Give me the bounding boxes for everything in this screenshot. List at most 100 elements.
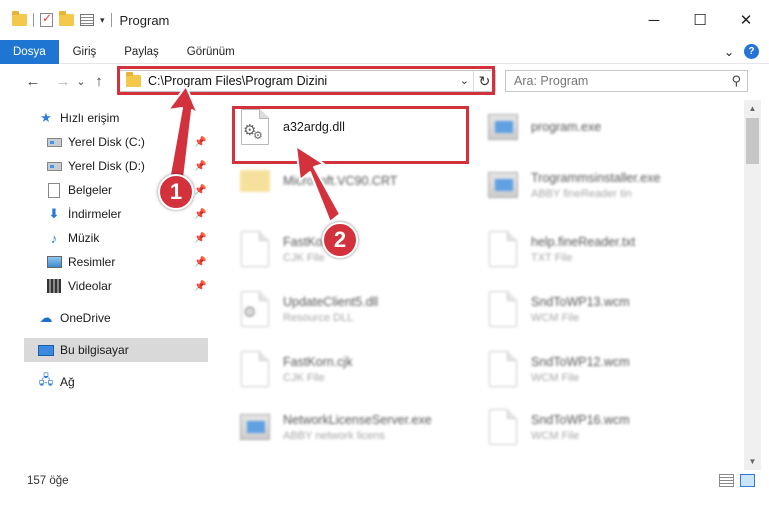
address-path[interactable]: C:\Program Files\Program Dizini: [148, 74, 327, 88]
tab-dosya[interactable]: Dosya: [0, 39, 59, 64]
file-item-networklicenseserver-exe[interactable]: NetworkLicenseServer.exe ABBY network lic…: [237, 404, 482, 450]
close-button[interactable]: ✕: [723, 0, 769, 40]
file-item-fastkorn-cjk[interactable]: FastKorn.cjk CJK File: [237, 226, 482, 272]
file-name: SndToWP16.wcm: [531, 412, 630, 427]
folder-icon: [12, 11, 27, 26]
file-item-sndtowp12-wcm[interactable]: SndToWP12.wcm WCM File: [485, 346, 730, 392]
toolbar-separator: [110, 13, 112, 27]
file-item-help-finereader-txt[interactable]: help.fineReader.txt TXT File: [485, 226, 730, 272]
sidebar-item-network[interactable]: 🖧 Ağ: [38, 370, 208, 394]
back-button[interactable]: ←: [22, 73, 44, 90]
tab-gorunum[interactable]: Görünüm: [173, 40, 249, 64]
details-view-icon[interactable]: [719, 474, 734, 487]
sidebar-item-pictures[interactable]: Resimler 📌: [46, 250, 208, 274]
cloud-icon: ☁: [39, 310, 53, 325]
file-type: Resource DLL: [283, 311, 354, 324]
recent-locations-button[interactable]: ⌄: [74, 75, 88, 88]
address-bar[interactable]: C:\Program Files\Program Dizini ⌄ ↻: [118, 70, 496, 92]
navigation-pane: ★ Hızlı erişim Yerel Disk (C:) 📌 Yerel D…: [0, 100, 210, 470]
sidebar-item-quick-access[interactable]: ★ Hızlı erişim: [38, 106, 208, 130]
pin-icon: 📌: [194, 208, 207, 220]
pictures-icon: [46, 254, 62, 270]
sidebar-item-onedrive[interactable]: ☁ OneDrive: [38, 306, 208, 330]
folder-icon: [237, 161, 273, 201]
file-icon: [237, 229, 273, 269]
file-type: WCM File: [531, 371, 580, 384]
file-item-microsoft-vc90-crt[interactable]: Microsoft.VC90.CRT: [237, 158, 482, 204]
file-name: Trogrammsinstaller.exe: [531, 170, 661, 185]
file-list: ⚙ ⚙ a32ardg.dll Microsoft.VC90.CRT FastKo…: [215, 100, 743, 470]
sidebar-item-local-disk-d[interactable]: Yerel Disk (D:) 📌: [46, 154, 208, 178]
tab-giris[interactable]: Giriş: [59, 40, 111, 64]
window-controls: ─ ☐ ✕: [631, 0, 769, 40]
minimize-button[interactable]: ─: [631, 0, 677, 40]
scroll-down-icon[interactable]: ▼: [744, 453, 761, 470]
file-name: UpdateClient5.dll: [283, 294, 379, 309]
file-type: TXT File: [531, 251, 573, 264]
search-input[interactable]: Ara: Program: [514, 74, 588, 88]
sidebar-item-local-disk-c[interactable]: Yerel Disk (C:) 📌: [46, 130, 208, 154]
network-icon: 🖧: [38, 372, 54, 387]
forward-button[interactable]: →: [52, 73, 74, 90]
search-box[interactable]: Ara: Program ⚲: [505, 70, 748, 92]
ribbon-tabs: Dosya Giriş Paylaş Görünüm ⌄ ?: [0, 39, 769, 64]
scroll-thumb[interactable]: [746, 118, 759, 164]
toolbar-separator: [33, 13, 34, 27]
file-item-fastkorn-cjk-2[interactable]: FastKorn.cjk CJK File: [237, 346, 482, 392]
item-count: 157 öğe: [27, 475, 69, 487]
file-item-sndtowp16-wcm[interactable]: SndToWP16.wcm WCM File: [485, 404, 730, 450]
customize-toolbar-arrow-icon[interactable]: ▾: [100, 15, 105, 26]
new-folder-icon[interactable]: [59, 11, 74, 26]
sidebar-item-label: Videolar: [68, 279, 112, 293]
file-name: FastKorn.cjk: [283, 354, 353, 369]
file-name: Microsoft.VC90.CRT: [283, 174, 398, 188]
file-name: a32ardg.dll: [283, 120, 345, 134]
address-dropdown-icon[interactable]: ⌄: [460, 74, 469, 87]
expand-ribbon-icon[interactable]: ⌄: [724, 45, 734, 59]
exe-file-icon: [485, 165, 521, 205]
callout-1: 1: [158, 174, 194, 210]
pin-icon: 📌: [194, 136, 207, 148]
refresh-button[interactable]: ↻: [473, 71, 495, 91]
file-type: ABBY network licens: [283, 429, 385, 442]
file-item-updateclient5-dll[interactable]: ⚙ UpdateClient5.dll Resource DLL: [237, 286, 482, 332]
file-name: SndToWP13.wcm: [531, 294, 630, 309]
search-icon[interactable]: ⚲: [731, 73, 741, 89]
file-icon: [237, 349, 273, 389]
vertical-scrollbar[interactable]: ▲ ▼: [744, 100, 761, 470]
sidebar-item-music[interactable]: ♪ Müzik 📌: [46, 226, 208, 250]
scroll-up-icon[interactable]: ▲: [744, 100, 761, 117]
view-options-icon[interactable]: [80, 14, 94, 26]
file-name: help.fineReader.txt: [531, 234, 636, 249]
drive-icon: [46, 134, 62, 150]
sidebar-item-this-pc[interactable]: Bu bilgisayar: [24, 338, 208, 362]
pin-icon: 📌: [194, 184, 207, 196]
status-bar: 157 öğe: [0, 470, 769, 492]
properties-check-icon[interactable]: [40, 11, 53, 27]
file-item-a32ardg-dll[interactable]: ⚙ ⚙ a32ardg.dll: [237, 104, 482, 150]
file-item-sndtowp13-wcm[interactable]: SndToWP13.wcm WCM File: [485, 286, 730, 332]
sidebar-item-label: İndirmeler: [68, 207, 122, 221]
dll-file-icon: ⚙ ⚙: [237, 107, 273, 147]
pin-icon: 📌: [194, 232, 207, 244]
music-icon: ♪: [50, 230, 58, 246]
computer-icon: [38, 342, 54, 358]
tab-paylas[interactable]: Paylaş: [110, 40, 173, 64]
sidebar-item-label: Hızlı erişim: [60, 111, 120, 125]
navigation-bar: ← → ⌄ ↑ C:\Program Files\Program Dizini …: [0, 66, 769, 96]
help-icon[interactable]: ?: [744, 44, 759, 59]
file-item-program-exe[interactable]: program.exe: [485, 104, 730, 150]
quick-access-toolbar: ▾: [0, 11, 112, 27]
up-button[interactable]: ↑: [88, 73, 110, 90]
star-icon: ★: [40, 110, 52, 125]
sidebar-item-videos[interactable]: Videolar 📌: [46, 274, 208, 298]
file-item-trogrammsinstaller-exe[interactable]: Trogrammsinstaller.exe ABBY fineReader ti…: [485, 162, 730, 208]
sidebar-item-label: Belgeler: [68, 183, 113, 197]
large-icons-view-icon[interactable]: [740, 474, 755, 487]
file-name: program.exe: [531, 120, 602, 134]
title-bar: ▾ Program ─ ☐ ✕: [0, 0, 769, 40]
maximize-button[interactable]: ☐: [677, 0, 723, 40]
sidebar-item-label: Müzik: [68, 231, 100, 245]
exe-file-icon: [485, 107, 521, 147]
sidebar-item-label: Bu bilgisayar: [60, 343, 129, 357]
